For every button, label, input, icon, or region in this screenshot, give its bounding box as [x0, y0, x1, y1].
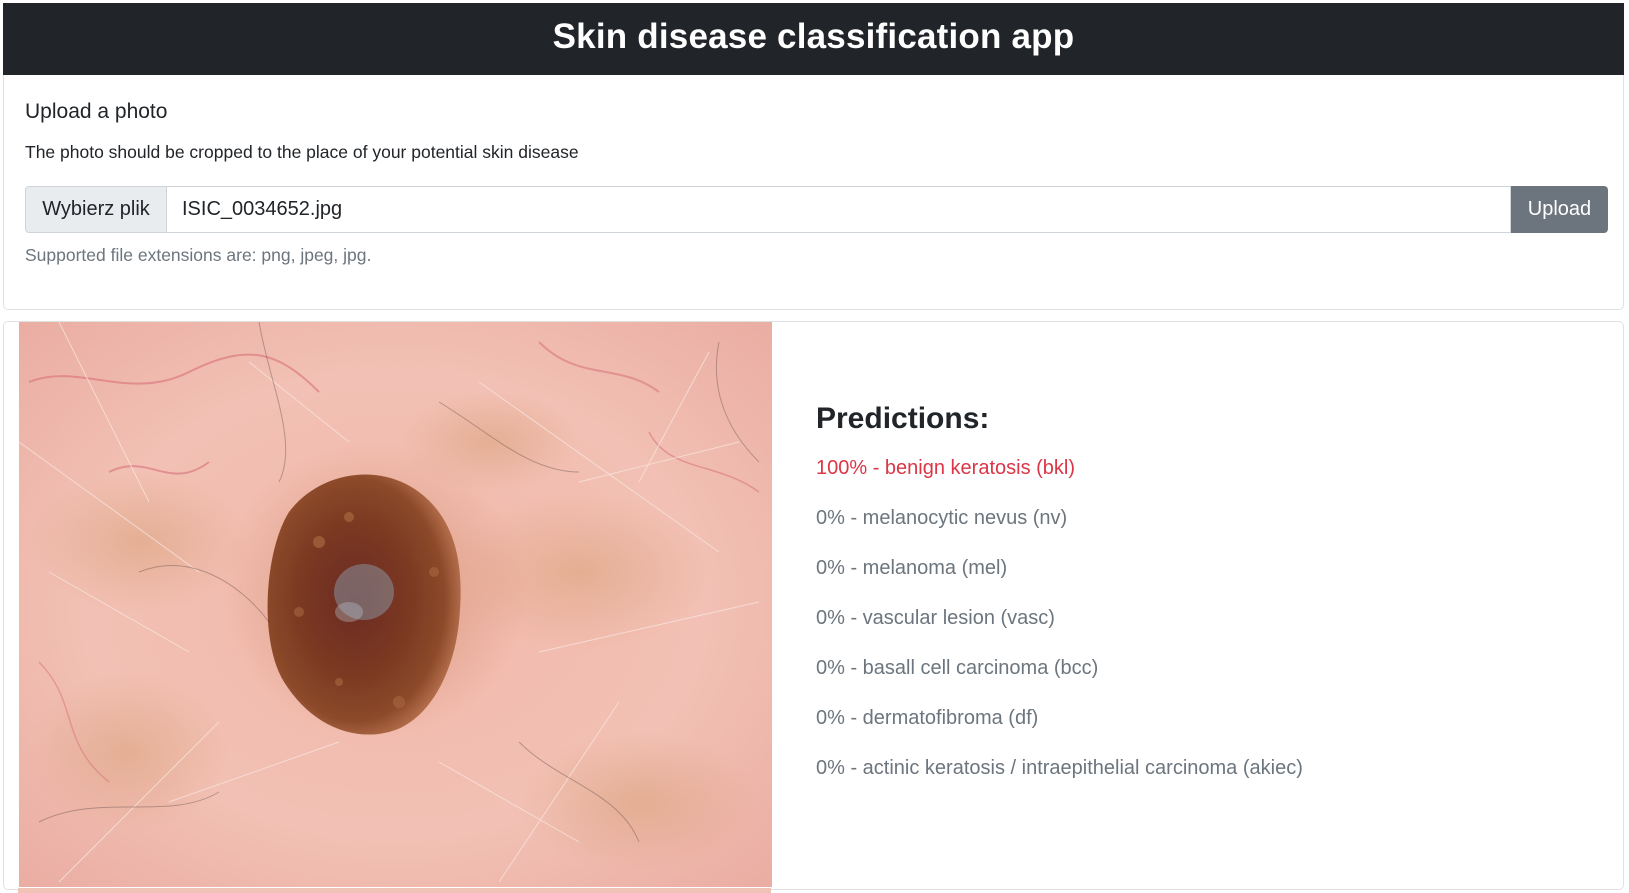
prediction-item: 0% - melanocytic nevus (nv)	[816, 507, 1068, 529]
upload-button[interactable]: Upload	[1511, 186, 1608, 233]
prediction-item: 0% - actinic keratosis / intraepithelial…	[816, 757, 1303, 779]
prediction-item: 0% - melanoma (mel)	[816, 557, 1008, 579]
predictions-panel: Predictions: 100% - benign keratosis (bk…	[816, 402, 1303, 806]
prediction-item: 0% - dermatofibroma (df)	[816, 707, 1039, 729]
next-image-strip	[18, 888, 771, 893]
prediction-item: 0% - vascular lesion (vasc)	[816, 607, 1055, 629]
upload-description: The photo should be cropped to the place…	[25, 142, 579, 162]
prediction-item: 100% - benign keratosis (bkl)	[816, 457, 1076, 479]
file-name-field[interactable]: ISIC_0034652.jpg	[167, 186, 1511, 233]
app-title: Skin disease classification app	[552, 17, 1075, 56]
choose-file-button[interactable]: Wybierz plik	[25, 186, 167, 233]
file-input-group: Wybierz plik ISIC_0034652.jpg Upload	[25, 186, 1608, 233]
result-card: Predictions: 100% - benign keratosis (bk…	[3, 321, 1624, 890]
upload-card: Upload a photo The photo should be cropp…	[3, 75, 1624, 310]
predictions-heading: Predictions:	[816, 402, 990, 435]
prediction-item: 0% - basall cell carcinoma (bcc)	[816, 657, 1099, 679]
supported-extensions-help: Supported file extensions are: png, jpeg…	[25, 245, 372, 265]
app-navbar: Skin disease classification app	[3, 3, 1624, 75]
uploaded-lesion-image	[19, 322, 772, 887]
upload-title: Upload a photo	[25, 100, 168, 123]
